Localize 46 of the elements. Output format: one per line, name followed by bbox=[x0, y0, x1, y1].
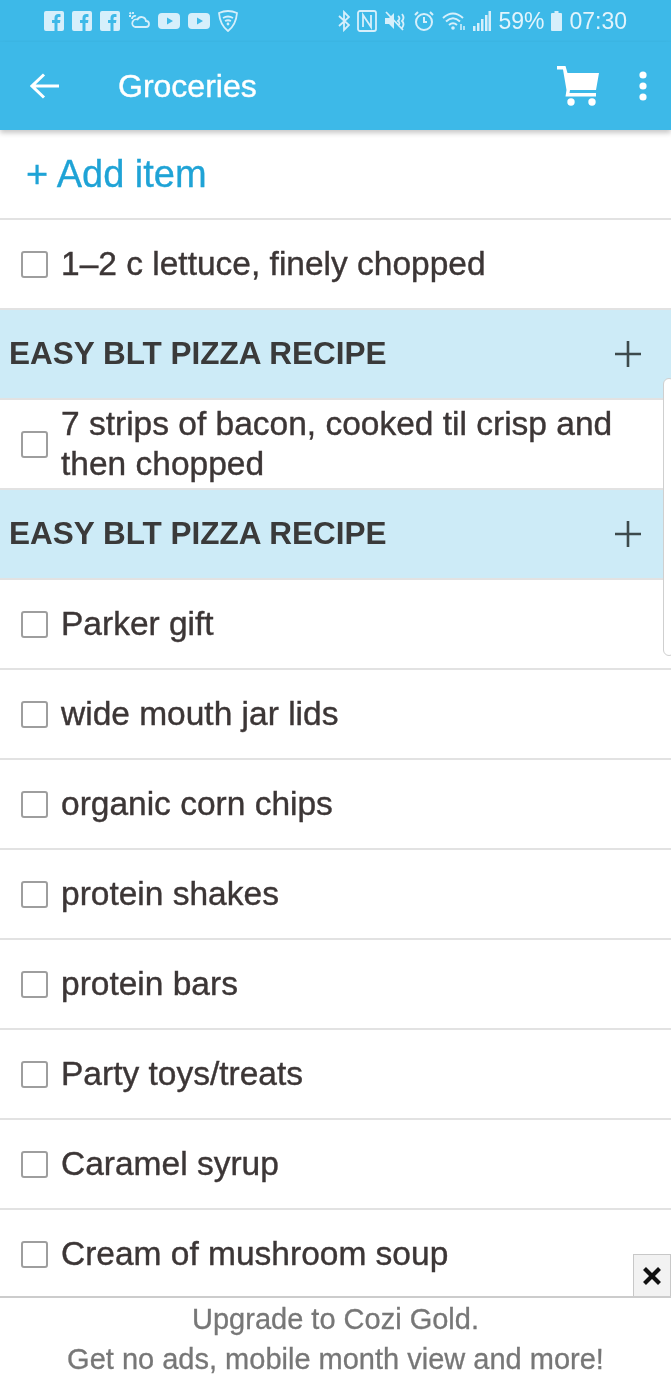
cloud-sun-icon bbox=[128, 11, 150, 31]
mute-icon bbox=[384, 11, 407, 31]
close-icon bbox=[642, 1265, 662, 1286]
plus-icon[interactable] bbox=[615, 521, 641, 547]
item-text: Parker gift bbox=[61, 604, 214, 644]
item-text: Caramel syrup bbox=[61, 1144, 279, 1184]
shield-icon bbox=[218, 10, 238, 32]
checkbox[interactable] bbox=[21, 1150, 48, 1178]
section-header: EASY BLT PIZZA RECIPE bbox=[9, 514, 387, 554]
bluetooth-icon bbox=[338, 10, 351, 32]
checkbox[interactable] bbox=[21, 970, 48, 998]
item-text: protein shakes bbox=[61, 874, 279, 914]
play-icon bbox=[188, 13, 210, 29]
checkbox[interactable] bbox=[21, 250, 48, 278]
signal-icon bbox=[473, 11, 492, 31]
checkbox[interactable] bbox=[21, 610, 48, 638]
app-title: Groceries bbox=[118, 67, 257, 106]
item-text: Cream of mushroom soup bbox=[61, 1234, 449, 1274]
item-text: 1–2 c lettuce, finely chopped bbox=[61, 244, 486, 284]
battery-icon bbox=[551, 11, 563, 31]
item-text: protein bars bbox=[61, 964, 238, 1004]
item-text: organic corn chips bbox=[61, 784, 333, 824]
play-icon bbox=[158, 13, 180, 29]
checkbox[interactable] bbox=[21, 430, 48, 458]
item-text: Party toys/treats bbox=[61, 1054, 304, 1094]
checkbox[interactable] bbox=[21, 700, 48, 728]
checkbox[interactable] bbox=[21, 1060, 48, 1088]
cart-icon[interactable] bbox=[557, 66, 599, 106]
checkbox[interactable] bbox=[21, 1240, 48, 1268]
checkbox[interactable] bbox=[21, 880, 48, 908]
item-text: 7 strips of bacon, cooked til crisp and then chopped bbox=[61, 404, 614, 484]
alarm-icon bbox=[413, 10, 436, 32]
section-header: EASY BLT PIZZA RECIPE bbox=[9, 334, 387, 374]
battery-percentage: 59% bbox=[498, 9, 545, 33]
more-options-icon[interactable] bbox=[639, 71, 647, 101]
checkbox[interactable] bbox=[21, 790, 48, 818]
wifi-icon bbox=[442, 11, 467, 31]
close-button[interactable] bbox=[633, 1254, 671, 1296]
banner-text: Get no ads, mobile month view and more! bbox=[67, 1342, 604, 1377]
item-text: wide mouth jar lids bbox=[61, 694, 339, 734]
back-arrow-icon[interactable] bbox=[30, 73, 60, 99]
nfc-icon bbox=[357, 10, 378, 32]
status-time: 07:30 bbox=[569, 9, 627, 33]
banner-text: Upgrade to Cozi Gold. bbox=[191, 1302, 480, 1337]
add-item-link[interactable]: + Add item bbox=[26, 145, 207, 203]
plus-icon[interactable] bbox=[615, 341, 641, 367]
